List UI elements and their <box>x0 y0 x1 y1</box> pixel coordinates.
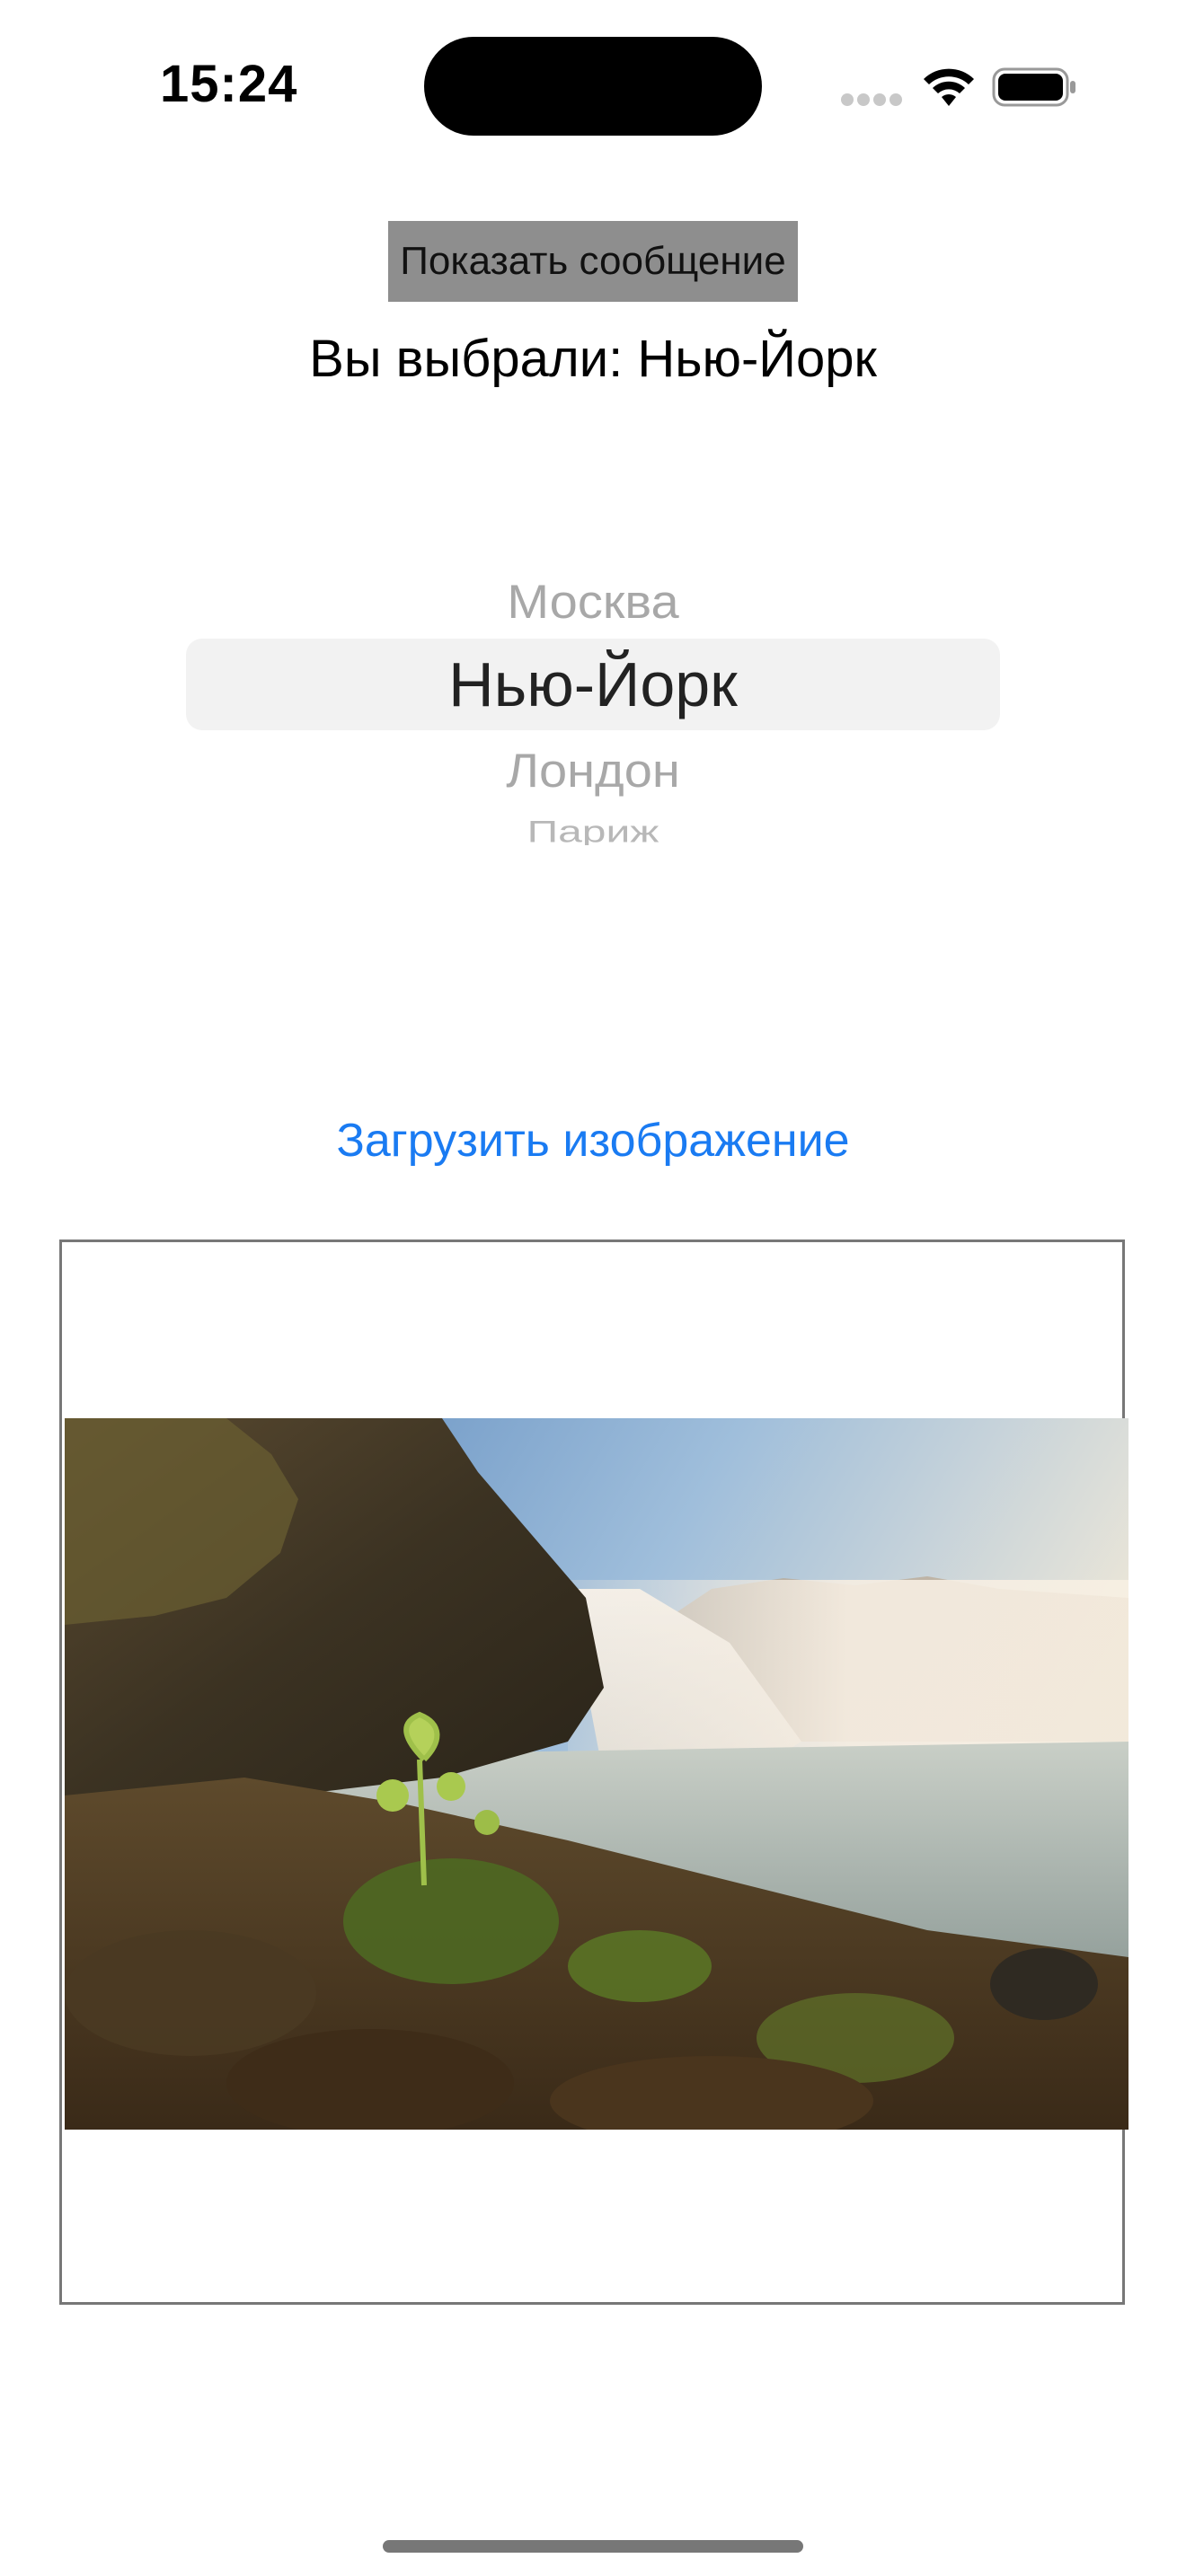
picker-option-moscow[interactable]: Москва <box>180 568 1006 635</box>
city-picker[interactable]: Москва Нью-Йорк Лондон Париж <box>180 539 1006 880</box>
cellular-signal-icon <box>841 93 902 106</box>
dynamic-island <box>424 37 762 136</box>
waterfall-landscape-image <box>65 1418 1128 2130</box>
image-view <box>59 1239 1128 2305</box>
show-message-button[interactable]: Показать сообщение <box>388 221 798 302</box>
status-time: 15:24 <box>160 55 298 113</box>
wifi-icon <box>924 68 974 106</box>
selection-label: Вы выбрали: Нью-Йорк <box>309 330 877 388</box>
picker-option-london[interactable]: Лондон <box>180 737 1006 804</box>
status-bar: 15:24 <box>0 0 1186 171</box>
battery-icon <box>992 67 1075 107</box>
picker-option-new-york[interactable]: Нью-Йорк <box>180 648 1006 720</box>
home-indicator <box>383 2540 803 2553</box>
picker-option-paris[interactable]: Париж <box>180 813 1006 845</box>
load-image-button[interactable]: Загрузить изображение <box>0 1105 1186 1177</box>
